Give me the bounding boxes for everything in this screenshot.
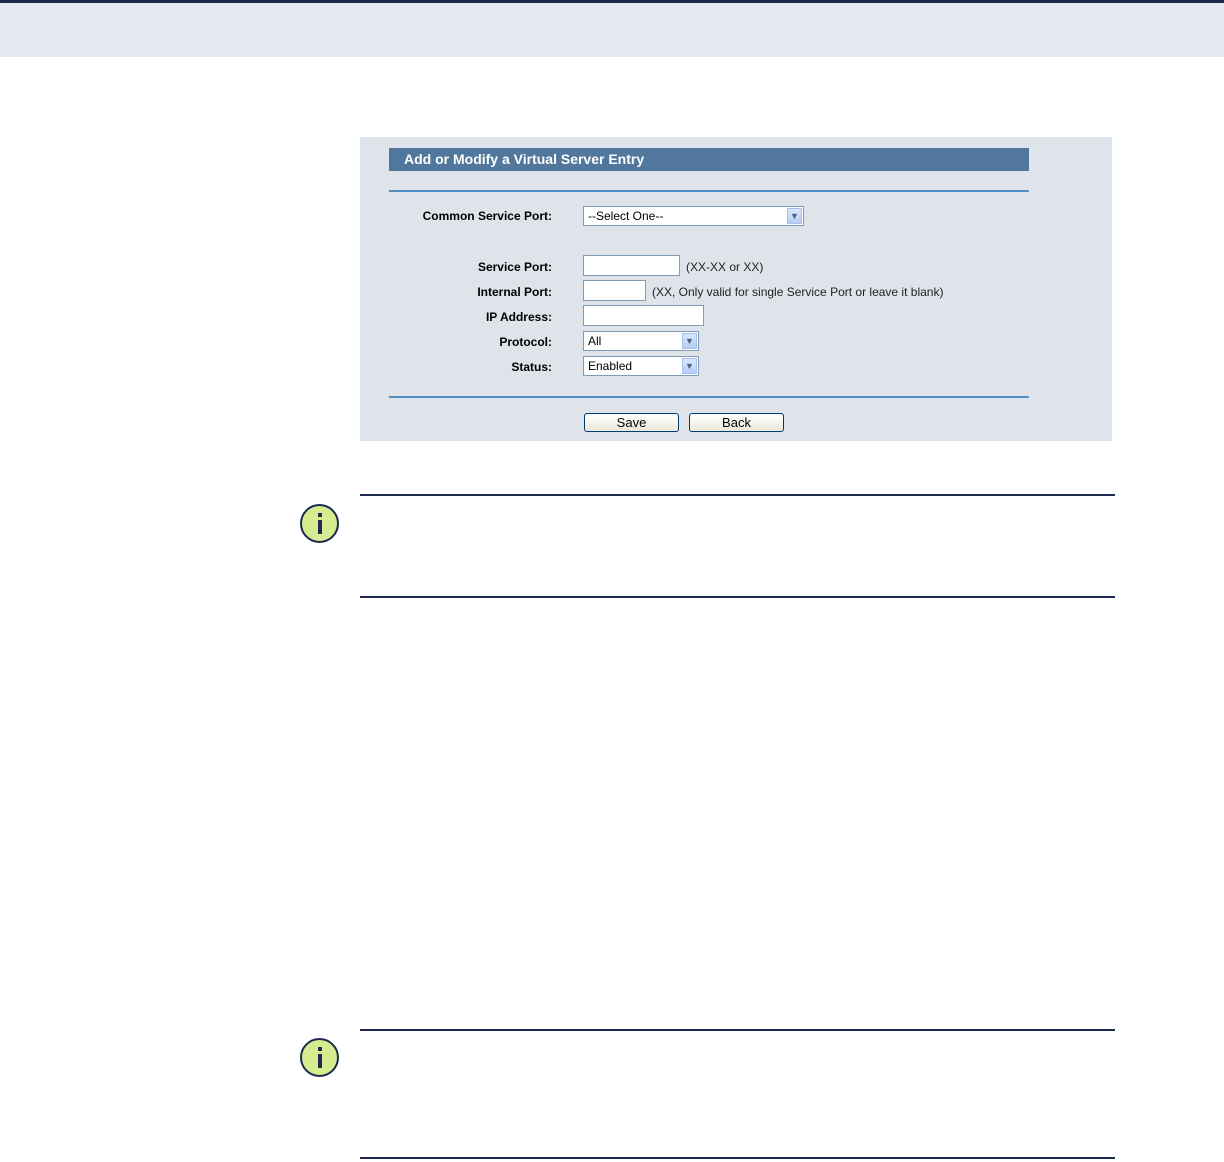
protocol-label: Protocol: xyxy=(499,335,552,349)
internal-port-input[interactable] xyxy=(583,280,646,301)
info-icon xyxy=(300,504,339,543)
ip-address-input[interactable] xyxy=(583,305,704,326)
common-service-port-select[interactable]: --Select One-- ▼ xyxy=(583,206,804,226)
save-button[interactable]: Save xyxy=(584,413,679,432)
status-value: Enabled xyxy=(588,359,633,373)
common-service-port-label: Common Service Port: xyxy=(422,209,552,223)
service-port-input[interactable] xyxy=(583,255,680,276)
protocol-value: All xyxy=(588,334,602,348)
back-button[interactable]: Back xyxy=(689,413,784,432)
status-label: Status: xyxy=(511,360,552,374)
chevron-down-icon[interactable]: ▼ xyxy=(682,358,697,374)
status-select[interactable]: Enabled ▼ xyxy=(583,356,699,376)
divider-top xyxy=(389,190,1029,192)
internal-port-label: Internal Port: xyxy=(477,285,552,299)
page-header xyxy=(0,0,1224,57)
divider-bottom xyxy=(389,396,1029,398)
ip-address-label: IP Address: xyxy=(485,310,552,324)
chevron-down-icon[interactable]: ▼ xyxy=(682,333,697,349)
panel-title: Add or Modify a Virtual Server Entry xyxy=(389,148,1029,171)
protocol-select[interactable]: All ▼ xyxy=(583,331,699,351)
info-icon xyxy=(300,1038,339,1077)
internal-port-hint: (XX, Only valid for single Service Port … xyxy=(652,285,944,299)
chevron-down-icon[interactable]: ▼ xyxy=(787,208,802,224)
note-box xyxy=(360,494,1115,598)
common-service-port-value: --Select One-- xyxy=(588,209,664,223)
note-box xyxy=(360,1029,1115,1159)
service-port-label: Service Port: xyxy=(477,260,552,274)
virtual-server-panel: Add or Modify a Virtual Server Entry Com… xyxy=(360,137,1112,441)
service-port-hint: (XX-XX or XX) xyxy=(686,260,764,274)
